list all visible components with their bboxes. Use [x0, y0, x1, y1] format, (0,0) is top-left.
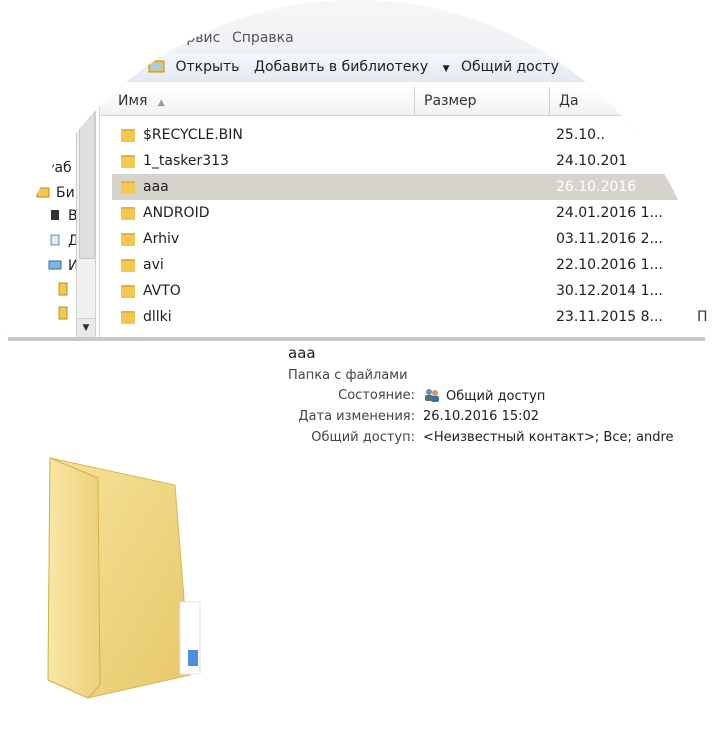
file-date: 03.11.2016 2... [556, 231, 663, 247]
chevron-down-icon: ▼ [442, 64, 450, 74]
table-row[interactable]: 1_tasker313 24.10.201 [112, 148, 702, 174]
add-to-library-button[interactable]: Добавить в библиотеку ▼ [254, 59, 450, 75]
menu-tools[interactable]: Сервис [168, 30, 220, 46]
open-button[interactable]: Открыть [148, 59, 239, 75]
file-name: aaa [143, 179, 169, 195]
file-date: 22.10.2016 1... [556, 257, 663, 273]
column-name[interactable]: Имя ▲ [110, 87, 415, 115]
file-date: 30.12.2014 1... [556, 283, 663, 299]
folder-icon [58, 306, 68, 324]
column-date[interactable]: Да [551, 87, 711, 115]
file-list: Имя ▲ Размер Да $RECYCLE.BIN 25.10.. 1_t… [100, 82, 711, 340]
divider [8, 337, 705, 341]
scroll-down-button[interactable]: ▼ [77, 318, 95, 337]
file-name: Arhiv [143, 231, 180, 247]
network-icon [36, 91, 50, 102]
selected-item-type: Папка с файлами [288, 368, 408, 383]
share-button[interactable]: Общий досту [461, 59, 559, 75]
file-name: AVTO [143, 283, 181, 299]
file-name: 1_tasker313 [143, 153, 229, 169]
folder-icon [121, 259, 135, 272]
menu-view[interactable]: Вид [127, 30, 155, 46]
nav-item-documents[interactable]: Д [48, 233, 79, 249]
nav-label: Не [56, 90, 76, 106]
shared-users-icon [425, 389, 439, 402]
nav-label: Ра [56, 113, 74, 129]
table-row[interactable]: avi 22.10.2016 1... [112, 252, 702, 278]
address-bar[interactable]: р ▾ DAT (D:) ▾ [178, 0, 273, 12]
nav-item-network[interactable]: Не [36, 90, 75, 106]
file-name: dllki [143, 309, 172, 325]
folder-icon [121, 285, 135, 298]
menu-help[interactable]: Справка [232, 30, 294, 46]
folder-icon [121, 155, 135, 168]
state-value-text: Общий доступ [446, 389, 546, 404]
state-value: Общий доступ [423, 388, 545, 404]
file-extra: П [697, 309, 708, 325]
file-date: 23.11.2015 8... [556, 309, 663, 325]
nav-item-desktop[interactable]: Раб [26, 160, 72, 176]
column-name-label: Имя [118, 93, 148, 109]
folder-icon [121, 129, 135, 142]
table-row[interactable]: AVTO 30.12.2014 1... [112, 278, 702, 304]
sharing-value: <Неизвестный контакт>; Все; andre [423, 430, 674, 445]
table-row[interactable]: $RECYCLE.BIN 25.10.. [112, 122, 702, 148]
organize-label: дочить [40, 59, 93, 75]
menu-bar: р ▾ DAT (D:) ▾ Вид Сервис Справка [1, 0, 711, 54]
table-row[interactable]: dllki 23.11.2015 8... П [112, 304, 708, 330]
table-row[interactable]: ANDROID 24.01.2016 1... [112, 200, 702, 226]
state-label: Состояние: [338, 388, 415, 403]
command-toolbar: дочить ▼ Открыть Добавить в библиотеку ▼… [1, 54, 711, 83]
video-icon [51, 210, 59, 220]
modified-label: Дата изменения: [298, 409, 415, 424]
column-size[interactable]: Размер [416, 87, 550, 115]
table-row[interactable]: Arhiv 03.11.2016 2... [112, 226, 702, 252]
modified-value: 26.10.2016 15:02 [423, 409, 540, 424]
nav-scrollbar[interactable]: ▲ ▼ [76, 86, 96, 338]
large-folder-icon [47, 457, 201, 699]
file-date: 26.10.2016 [556, 179, 637, 195]
nav-label: Раб [46, 160, 72, 176]
nav-item-libraries[interactable]: Би [36, 185, 75, 201]
table-row-selected[interactable]: aaa 26.10.2016 [112, 174, 702, 200]
sharing-label: Общий доступ: [311, 430, 415, 445]
nav-item-images[interactable]: И [48, 258, 78, 274]
scroll-up-button[interactable]: ▲ [77, 87, 95, 106]
images-icon [48, 260, 62, 270]
sort-up-icon: ▲ [157, 98, 165, 108]
file-date: 24.01.2016 1... [556, 205, 663, 221]
file-name: avi [143, 257, 164, 273]
magnified-explorer-view: р ▾ DAT (D:) ▾ Вид Сервис Справка дочить… [1, 0, 711, 340]
scroll-thumb[interactable] [79, 107, 95, 259]
nav-item-workgroup[interactable]: Ра [36, 113, 73, 129]
folder-icon [121, 311, 135, 324]
add-to-library-label: Добавить в библиотеку [254, 59, 429, 75]
folder-icon [58, 282, 68, 300]
column-header: Имя ▲ Размер Да [100, 87, 711, 116]
file-date: 24.10.201 [556, 153, 628, 169]
nav-item-video[interactable]: В [48, 208, 78, 224]
open-folder-icon [148, 60, 165, 73]
chevron-down-icon: ▼ [106, 64, 114, 74]
folder-icon [121, 207, 135, 220]
selected-item-name: aaa [288, 344, 316, 362]
desktop-icon [26, 161, 40, 172]
file-date: 25.10.. [556, 127, 605, 143]
nav-label: Би [56, 185, 75, 201]
file-name: ANDROID [143, 205, 210, 221]
organize-button[interactable]: дочить ▼ [40, 59, 113, 75]
folder-icon [121, 181, 135, 194]
documents-icon [50, 234, 60, 246]
computer-icon [36, 114, 50, 125]
library-icon [36, 187, 50, 198]
folder-icon [121, 233, 135, 246]
open-label: Открыть [175, 59, 240, 75]
file-name: $RECYCLE.BIN [143, 127, 243, 143]
